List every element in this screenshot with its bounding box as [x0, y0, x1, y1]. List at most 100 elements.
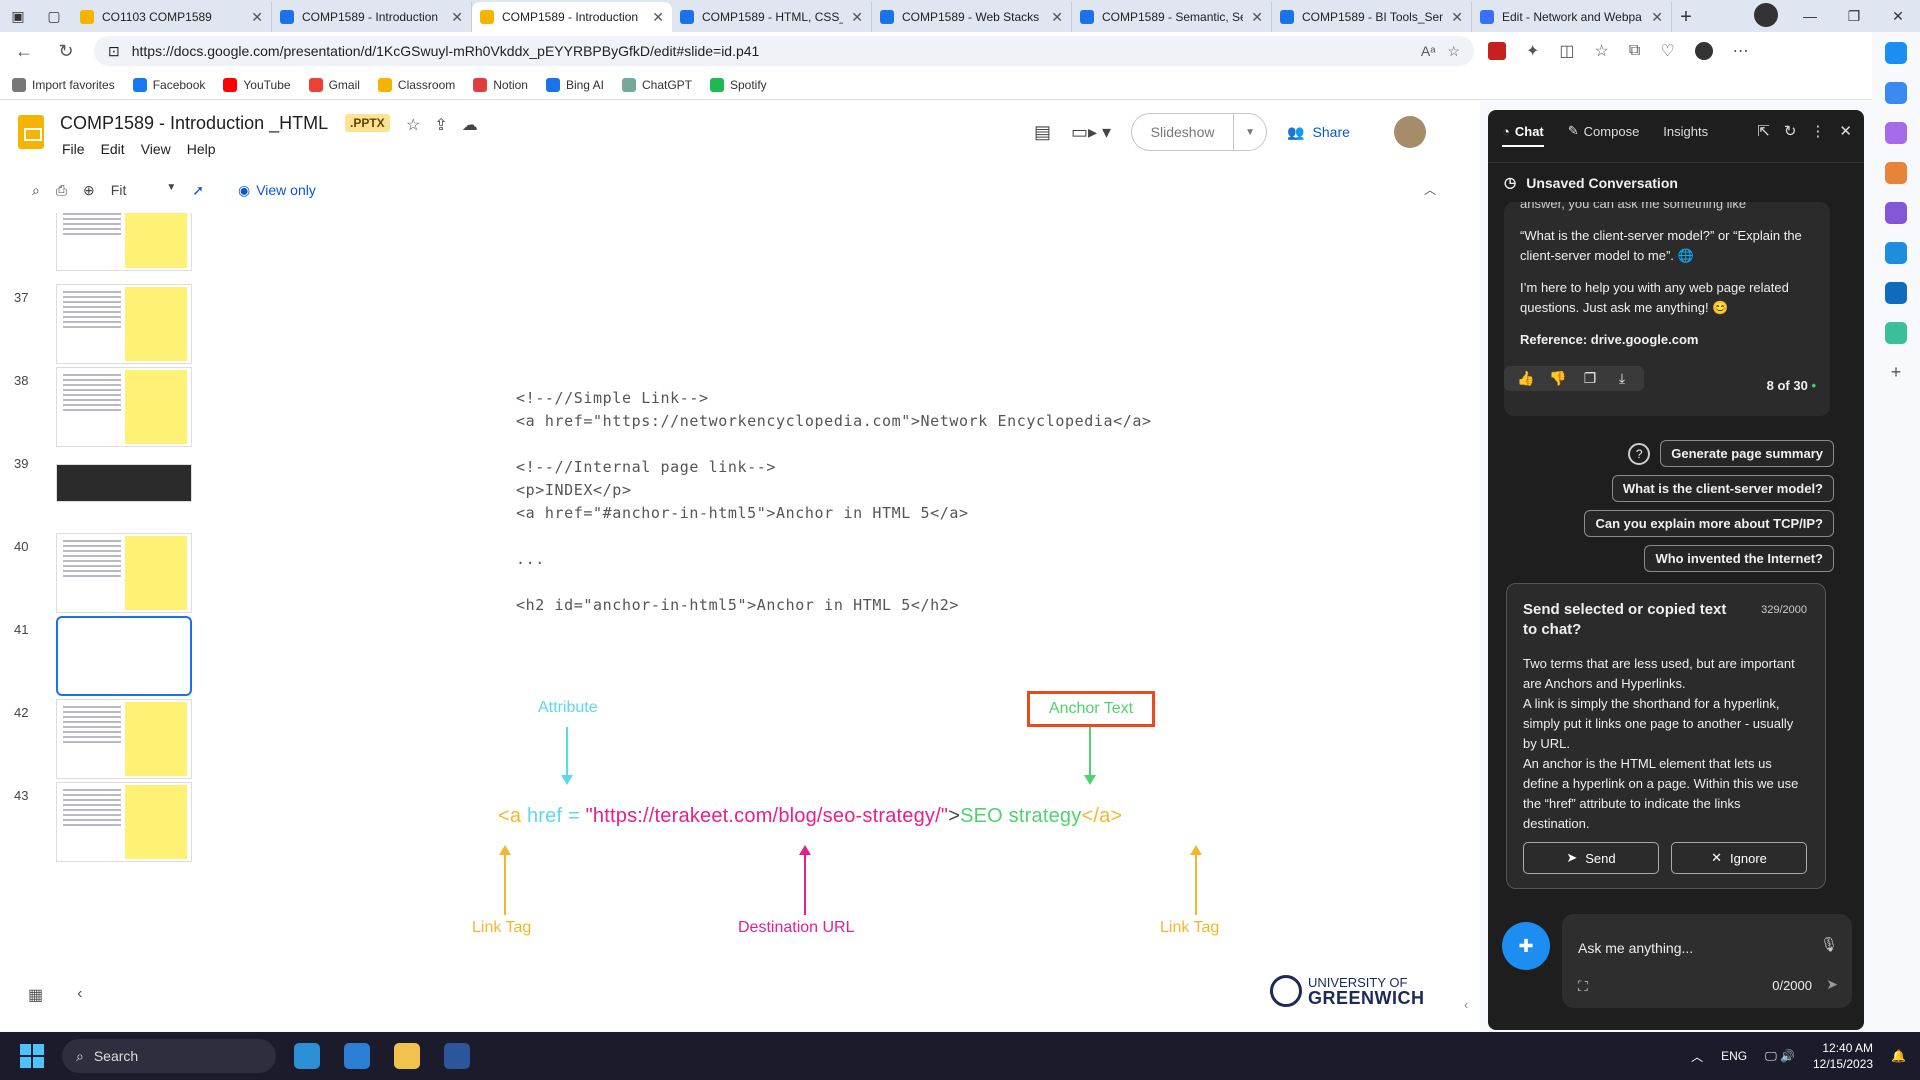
word-app-icon[interactable]	[444, 1043, 470, 1069]
comments-icon[interactable]: ▤	[1034, 122, 1051, 143]
browser-tab[interactable]: COMP1589 - Semantic, Se ✕	[1072, 2, 1272, 32]
favorites-icon[interactable]: ☆	[1595, 41, 1609, 61]
cloud-status-icon[interactable]: ☁	[462, 115, 478, 135]
minimize-button[interactable]: —	[1788, 8, 1832, 24]
close-tab-icon[interactable]: ✕	[251, 9, 263, 26]
copy-icon[interactable]: ❐	[1576, 370, 1604, 387]
message-reference[interactable]: Reference: drive.google.com	[1520, 330, 1814, 350]
tab-insights[interactable]: Insights	[1663, 124, 1708, 139]
thumbs-up-icon[interactable]: 👍	[1512, 370, 1540, 387]
send-button[interactable]: ➤ Send	[1523, 842, 1659, 874]
url-field[interactable]: ⊡ https://docs.google.com/presentation/d…	[94, 36, 1474, 66]
site-info-icon[interactable]: ⊡	[108, 43, 120, 60]
slide-thumbnail[interactable]	[56, 699, 192, 779]
new-topic-button[interactable]: ✚	[1502, 922, 1550, 970]
menu-item[interactable]: File	[62, 141, 85, 157]
slide-thumbnail[interactable]	[56, 213, 192, 271]
close-tab-icon[interactable]: ✕	[652, 9, 664, 26]
slide-thumbnail[interactable]	[56, 533, 192, 613]
suggestion-chip[interactable]: Can you explain more about TCP/IP?	[1584, 510, 1834, 537]
microphone-icon[interactable]: 🎙	[1820, 936, 1838, 953]
read-aloud-icon[interactable]: Aᵃ	[1421, 43, 1436, 59]
slide-thumbnail-row[interactable]: 41	[0, 616, 200, 698]
user-avatar[interactable]	[1393, 116, 1426, 148]
copilot-icon[interactable]	[1885, 42, 1907, 64]
favorite-star-icon[interactable]: ☆	[1447, 43, 1460, 60]
bookmark-item[interactable]: ChatGPT	[621, 77, 692, 92]
collapse-panel-icon[interactable]: ‹	[1464, 997, 1468, 1012]
slideshow-button[interactable]: Slideshow ▼	[1131, 113, 1268, 151]
browser-tab[interactable]: COMP1589 - Introduction ✕	[272, 2, 472, 32]
close-window-button[interactable]: ✕	[1876, 8, 1920, 25]
suggestion-chip[interactable]: Who invented the Internet?	[1644, 545, 1834, 572]
tab-compose[interactable]: ✎ Compose	[1568, 123, 1640, 139]
split-screen-icon[interactable]: ◫	[1559, 41, 1574, 61]
menu-item[interactable]: Help	[187, 141, 216, 157]
tab-actions-icon[interactable]: ▢	[40, 2, 68, 30]
add-sidebar-app-icon[interactable]: +	[1891, 362, 1902, 383]
meet-video-icon[interactable]: ▭▸ ▾	[1071, 122, 1111, 143]
tools-icon[interactable]	[1885, 162, 1907, 184]
network-volume-icon[interactable]: 🖵 🔊	[1765, 1049, 1795, 1064]
taskbar-search[interactable]: ⌕ Search	[62, 1039, 276, 1073]
collapse-header-icon[interactable]: ︿	[1424, 181, 1436, 198]
browser-tab[interactable]: COMP1589 - Introduction ✕	[472, 2, 672, 32]
browser-tab[interactable]: COMP1589 - Web Stacks ✕	[872, 2, 1072, 32]
star-icon[interactable]: ☆	[406, 115, 420, 135]
print-icon[interactable]: ⎙	[56, 182, 67, 199]
browser-tab[interactable]: Edit - Network and Webpa ✕	[1472, 2, 1672, 32]
zoom-select[interactable]: Fit ▼	[111, 182, 176, 198]
close-panel-icon[interactable]: ✕	[1839, 122, 1852, 140]
grid-view-icon[interactable]: ▦	[28, 985, 43, 1005]
menu-item[interactable]: View	[141, 141, 171, 157]
language-indicator[interactable]: ENG	[1721, 1049, 1747, 1063]
file-explorer-icon[interactable]	[394, 1043, 420, 1069]
browser-tab[interactable]: COMP1589 - BI Tools_Sen ✕	[1272, 2, 1472, 32]
close-tab-icon[interactable]: ✕	[1651, 9, 1663, 26]
download-icon[interactable]: ⤓	[1608, 370, 1636, 387]
menu-item[interactable]: Edit	[101, 141, 125, 157]
bookmark-item[interactable]: Gmail	[308, 77, 360, 92]
microsoft365-icon[interactable]	[1885, 242, 1907, 264]
suggestion-chip[interactable]: What is the client-server model?	[1611, 475, 1834, 502]
submit-icon[interactable]: ➤	[1826, 976, 1838, 993]
bookmark-item[interactable]: Notion	[473, 77, 528, 92]
close-tab-icon[interactable]: ✕	[851, 9, 863, 26]
browser-tab[interactable]: COMP1589 - HTML, CSS_ ✕	[672, 2, 872, 32]
suggestion-help-icon[interactable]: ?	[1628, 442, 1651, 465]
performance-icon[interactable]: ♡	[1660, 41, 1674, 61]
select-cursor-icon[interactable]: ➚	[192, 182, 204, 199]
bookmark-item[interactable]: Bing AI	[545, 77, 604, 92]
collections-icon[interactable]: ⧉	[1629, 42, 1640, 60]
move-icon[interactable]: ⇪	[434, 115, 447, 135]
slides-logo-icon[interactable]	[18, 115, 44, 149]
suggestion-chip[interactable]: Generate page summary	[1660, 440, 1834, 467]
open-in-new-icon[interactable]: ⇱	[1757, 122, 1770, 140]
doc-title[interactable]: COMP1589 - Introduction _HTML	[60, 113, 328, 134]
conversation-header[interactable]: ◷ Unsaved Conversation	[1488, 162, 1864, 202]
slideshow-dropdown-icon[interactable]: ▼	[1234, 127, 1266, 138]
screenshot-icon[interactable]: ⛶	[1578, 978, 1588, 995]
bookmark-item[interactable]: Spotify	[710, 77, 767, 92]
extension-calendar-icon[interactable]	[1488, 42, 1506, 60]
bookmark-item[interactable]: YouTube	[223, 77, 291, 92]
extension-puzzle-icon[interactable]: ✦	[1526, 41, 1539, 61]
slide-thumbnail[interactable]	[56, 464, 192, 502]
edge-app-icon[interactable]	[294, 1043, 320, 1069]
bookmark-item[interactable]: Facebook	[132, 77, 205, 92]
tab-chat[interactable]: ◔ Chat	[1502, 124, 1544, 147]
slide-thumbnail[interactable]	[56, 616, 192, 696]
refresh-button[interactable]: ↻	[52, 37, 80, 65]
ignore-button[interactable]: ✕ Ignore	[1671, 842, 1807, 874]
notifications-icon[interactable]: 🔔	[1891, 1049, 1906, 1063]
workspaces-icon[interactable]: ▣	[4, 2, 32, 30]
slide-thumbnail[interactable]	[56, 782, 192, 862]
view-only-indicator[interactable]: ◉ View only	[238, 182, 316, 199]
profile-avatar[interactable]	[1744, 2, 1788, 30]
share-button[interactable]: 👥 Share	[1287, 124, 1350, 141]
outlook-icon[interactable]	[1885, 282, 1907, 304]
thumbs-down-icon[interactable]: 👎	[1544, 370, 1572, 387]
close-tab-icon[interactable]: ✕	[1251, 9, 1263, 26]
slide-thumbnail-row[interactable]: 43	[0, 782, 200, 864]
slide-thumbnail-row[interactable]: 40	[0, 533, 200, 615]
